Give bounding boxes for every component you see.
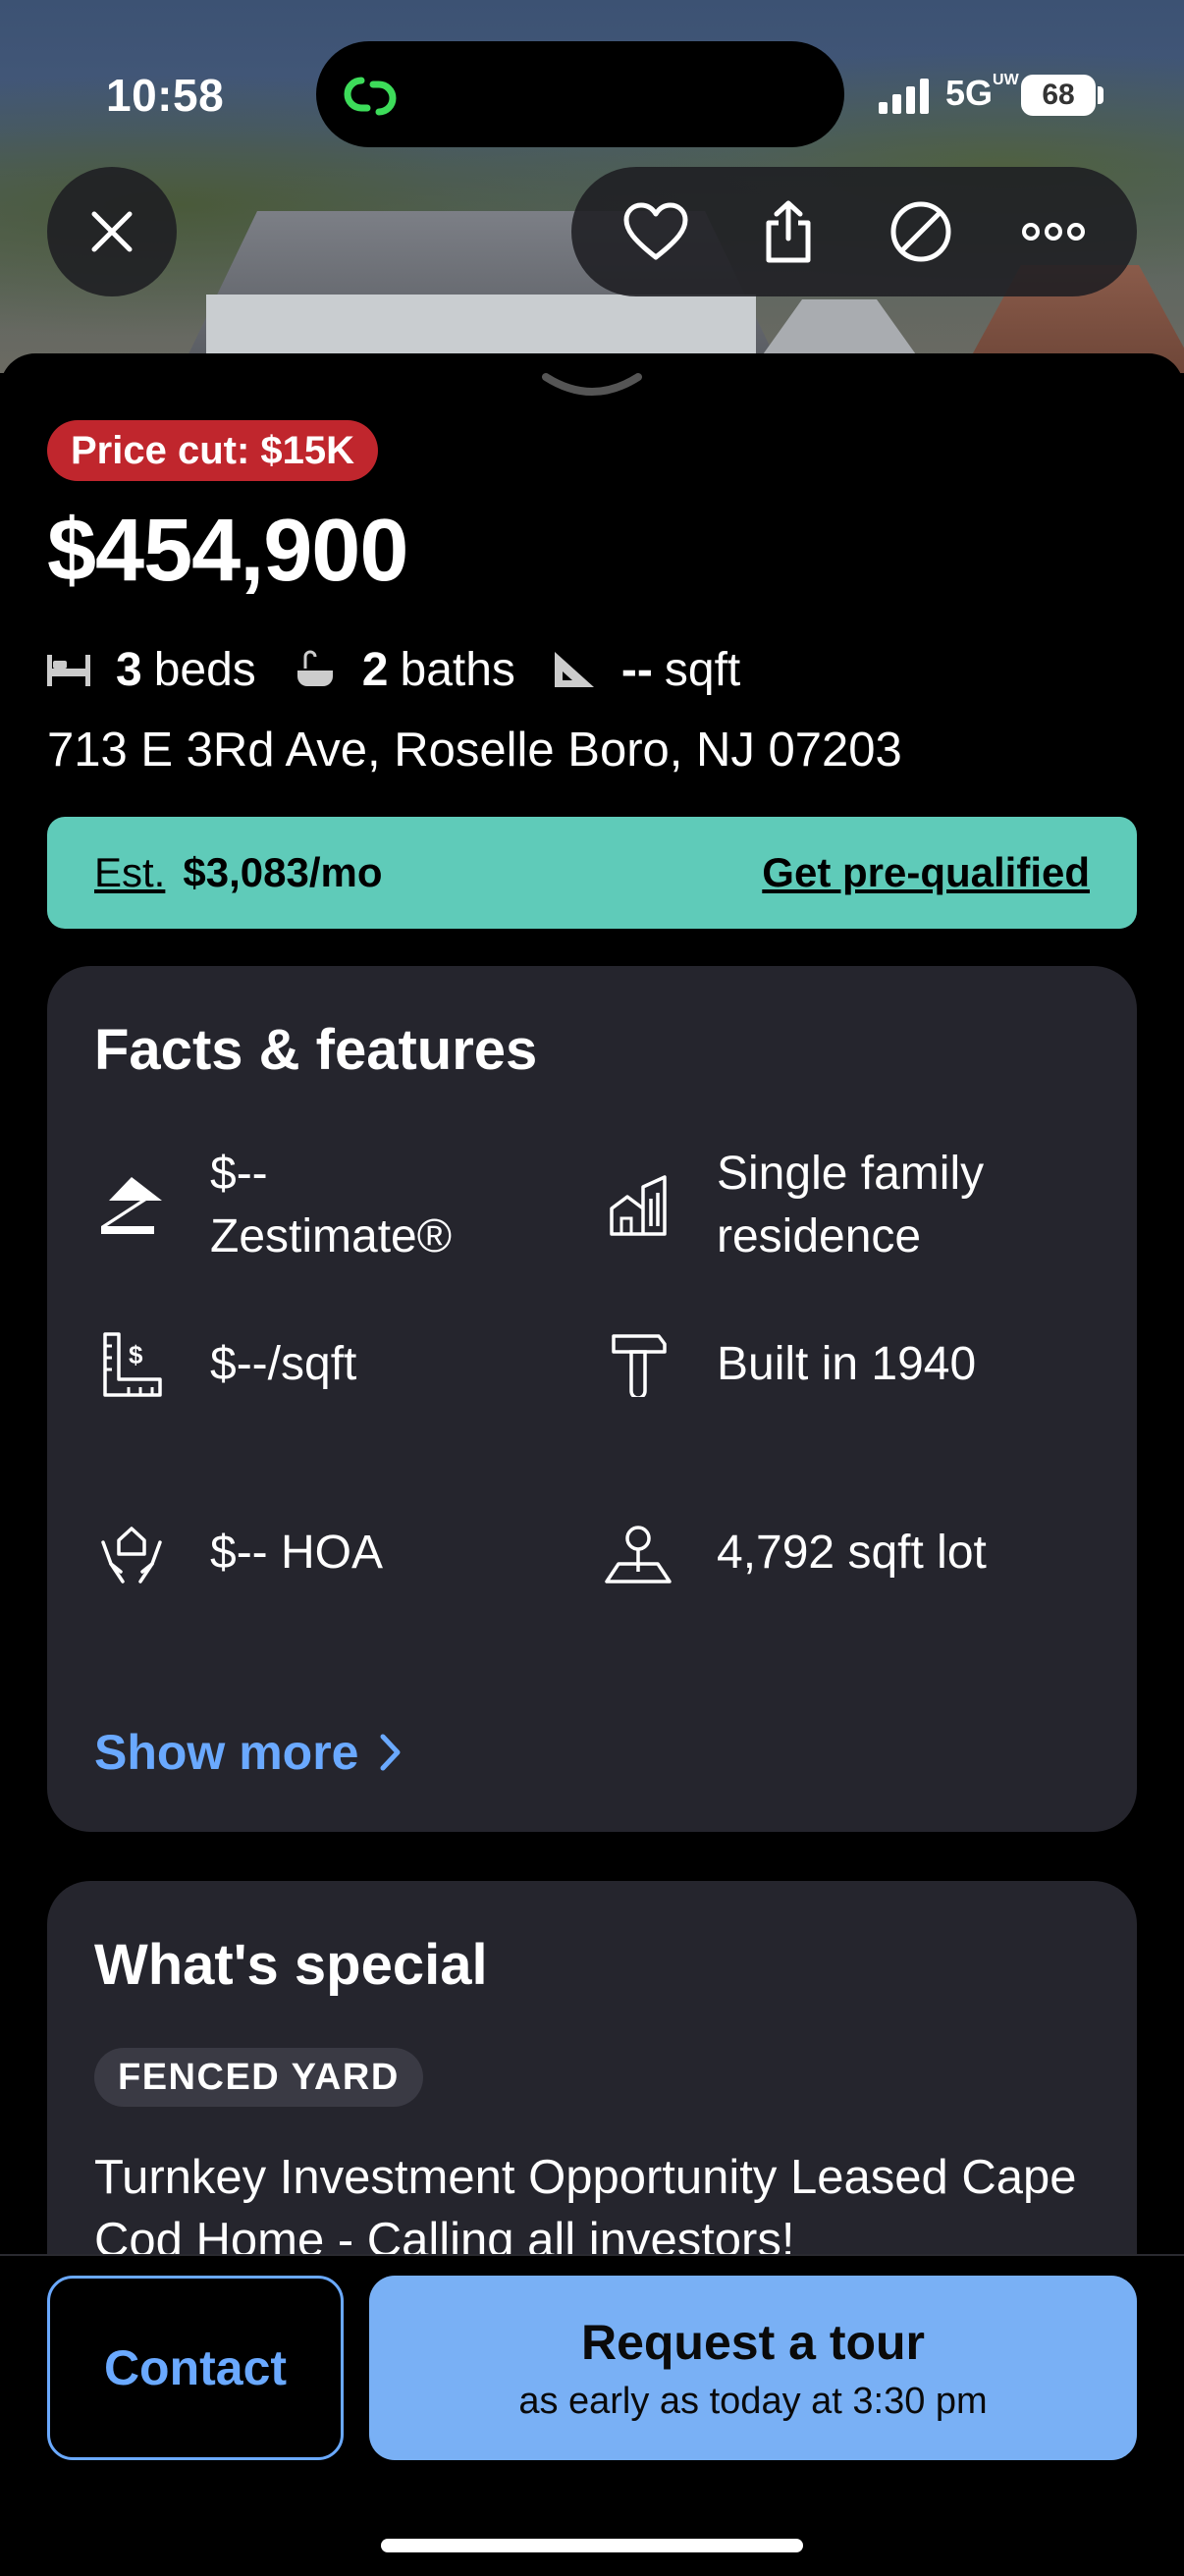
network-superscript: UW xyxy=(993,72,1019,88)
show-more-label: Show more xyxy=(94,1725,359,1780)
close-button[interactable] xyxy=(47,167,177,296)
battery-tip xyxy=(1098,86,1103,104)
chevron-right-icon xyxy=(380,1734,401,1771)
hoa-hands-icon xyxy=(94,1516,169,1590)
share-icon xyxy=(766,200,810,263)
hide-icon xyxy=(890,201,950,262)
ruler-dollar-icon: $ xyxy=(94,1327,169,1402)
tour-title: Request a tour xyxy=(580,2314,926,2370)
payment-estimate-bar[interactable]: Est. $3,083/mo Get pre-qualified xyxy=(47,817,1137,929)
fact-text: Single family residence xyxy=(717,1148,985,1262)
battery-indicator: 68 xyxy=(1021,75,1096,116)
link-icon xyxy=(344,77,397,116)
share-button[interactable] xyxy=(751,194,826,269)
collapse-handle-icon[interactable] xyxy=(538,367,646,401)
more-icon xyxy=(1021,223,1085,241)
status-time: 10:58 xyxy=(106,70,225,121)
cellular-signal-icon xyxy=(879,79,929,114)
fact-text: $--/sqft xyxy=(210,1338,357,1390)
hammer-icon xyxy=(601,1327,675,1402)
fact-home-type: Single family residence xyxy=(601,1143,984,1268)
fact-year-built: Built in 1940 xyxy=(601,1327,976,1402)
listing-description: Turnkey Investment Opportunity Leased Ca… xyxy=(94,2151,1077,2267)
bottom-action-bar: Contact Request a tour as early as today… xyxy=(0,2254,1184,2576)
tour-subtitle: as early as today at 3:30 pm xyxy=(518,2380,988,2422)
bed-icon xyxy=(47,646,94,693)
listing-price: $454,900 xyxy=(47,502,408,600)
fact-zestimate: $-- Zestimate® xyxy=(94,1143,452,1268)
listing-detail-sheet: Price cut: $15K $454,900 3 beds 2 baths … xyxy=(0,353,1184,2293)
more-button[interactable] xyxy=(1016,194,1091,269)
save-button[interactable] xyxy=(619,194,693,269)
bath-icon xyxy=(294,646,341,693)
listing-actions xyxy=(571,167,1137,296)
beds-count: 3 xyxy=(116,643,142,696)
home-indicator[interactable] xyxy=(381,2539,803,2552)
show-more-link[interactable]: Show more xyxy=(94,1724,402,1781)
fact-text: Built in 1940 xyxy=(717,1338,977,1390)
get-prequalified-link[interactable]: Get pre-qualified xyxy=(762,849,1090,896)
fact-text: $-- HOA xyxy=(210,1527,384,1579)
hide-button[interactable] xyxy=(884,194,958,269)
close-icon xyxy=(91,211,133,252)
estimate-value: $3,083/mo xyxy=(183,849,383,895)
estimate-label[interactable]: Est. xyxy=(94,849,165,896)
sqft-label: sqft xyxy=(664,643,741,696)
fact-price-per-sqft: $ $--/sqft xyxy=(94,1327,356,1402)
baths-count: 2 xyxy=(361,643,389,696)
beds-label: beds xyxy=(153,643,256,696)
lot-icon xyxy=(601,1516,675,1590)
svg-text:$: $ xyxy=(129,1340,143,1369)
area-ruler-icon xyxy=(553,646,600,693)
special-title: What's special xyxy=(94,1933,488,1997)
baths-label: baths xyxy=(400,643,515,696)
feature-tag: FENCED YARD xyxy=(94,2048,423,2107)
request-tour-button[interactable]: Request a tour as early as today at 3:30… xyxy=(369,2276,1137,2460)
fact-hoa: $-- HOA xyxy=(94,1516,383,1590)
listing-address: 713 E 3Rd Ave, Roselle Boro, NJ 07203 xyxy=(47,724,902,777)
building-icon xyxy=(601,1168,675,1243)
fact-text: $-- Zestimate® xyxy=(210,1148,453,1262)
facts-features-card: Facts & features $-- Zestimate® Single f… xyxy=(47,966,1137,1832)
home-specs: 3 beds 2 baths -- sqft xyxy=(47,640,740,699)
network-label: 5G xyxy=(945,73,994,113)
whats-special-card: What's special FENCED YARD Turnkey Inves… xyxy=(47,1881,1137,2293)
facts-title: Facts & features xyxy=(94,1018,538,1082)
price-cut-badge: Price cut: $15K xyxy=(47,420,379,481)
contact-button[interactable]: Contact xyxy=(47,2276,344,2460)
fact-text: 4,792 sqft lot xyxy=(717,1527,987,1579)
sqft-count: -- xyxy=(620,643,653,696)
network-type: 5GUW xyxy=(945,72,1019,114)
heart-icon xyxy=(623,202,687,260)
zillow-icon xyxy=(94,1168,169,1243)
fact-lot-size: 4,792 sqft lot xyxy=(601,1516,987,1590)
